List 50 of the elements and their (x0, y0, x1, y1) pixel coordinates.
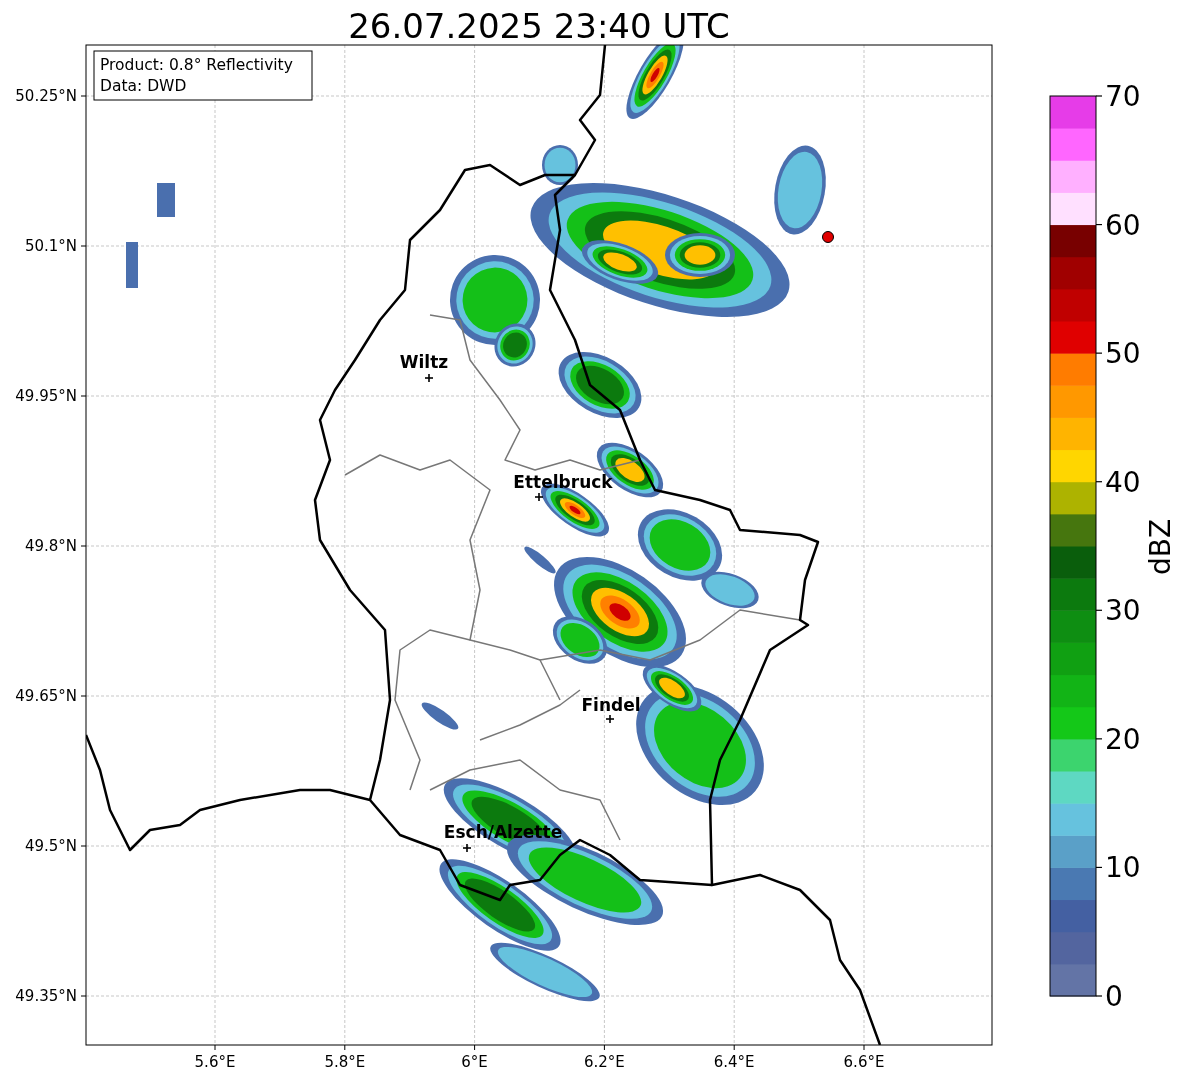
colorbar-tick-label: 70 (1105, 80, 1141, 113)
tick-mark (80, 245, 87, 247)
axis-tick-label: 6.4°E (713, 1053, 755, 1071)
axis-tick-label: 5.6°E (194, 1053, 236, 1071)
city-marker-icon (462, 843, 472, 853)
axis-tick-label: 49.35°N (15, 987, 77, 1005)
colorbar-tick-label: 50 (1105, 337, 1141, 371)
colorbar-tick-label: 10 (1105, 851, 1141, 885)
product-label: Product: 0.8° Reflectivity (100, 56, 293, 74)
city-label: Findel (581, 695, 641, 715)
colorbar-tick-label: 30 (1105, 594, 1141, 628)
colorbar-label: dBZ (1144, 518, 1177, 576)
radar-echo-drawing (126, 242, 138, 288)
axis-tick-label: 50.1°N (24, 237, 77, 255)
axis-tick-label: 6.6°E (843, 1053, 885, 1071)
city-marker-icon (424, 373, 434, 383)
axis-tick-label: 6.2°E (584, 1053, 625, 1071)
radar-echo-drawing (421, 702, 459, 730)
data-source-label: Data: DWD (100, 77, 187, 95)
tick-mark (344, 1044, 346, 1051)
location-dot-icon (822, 231, 834, 243)
axis-tick-label: 5.8°E (324, 1053, 366, 1071)
colorbar-tick-label: 0 (1105, 980, 1123, 1013)
tick-mark (80, 695, 87, 697)
axis-tick-label: 49.5°N (24, 837, 77, 855)
tick-mark (603, 1044, 605, 1051)
tick-mark (214, 1044, 216, 1051)
axis-tick-label: 6°E (461, 1053, 488, 1071)
tick-mark (80, 395, 87, 397)
tick-mark (80, 995, 87, 997)
axis-tick-label: 49.95°N (15, 387, 77, 405)
axis-tick-label: 50.25°N (15, 87, 77, 105)
colorbar-tick-label: 20 (1105, 722, 1141, 756)
tick-mark (863, 1044, 865, 1051)
city-label: Ettelbruck (513, 472, 613, 492)
tick-mark (733, 1044, 735, 1051)
tick-mark (80, 545, 87, 547)
radar-echo-drawing (157, 183, 175, 217)
city-marker-icon (534, 492, 544, 502)
axis-tick-label: 49.8°N (24, 537, 77, 555)
city-label: Wiltz (399, 352, 449, 372)
city-label: Esch/Alzette (443, 822, 563, 842)
city-marker-icon (605, 714, 615, 724)
colorbar-tick-label: 40 (1105, 465, 1141, 499)
tick-mark (80, 95, 87, 97)
axis-tick-label: 49.65°N (15, 687, 77, 705)
tick-mark (80, 845, 87, 847)
tick-mark (474, 1044, 476, 1051)
colorbar-tick-label: 60 (1105, 208, 1141, 242)
plot-title: 26.07.2025 23:40 UTC (348, 6, 730, 46)
